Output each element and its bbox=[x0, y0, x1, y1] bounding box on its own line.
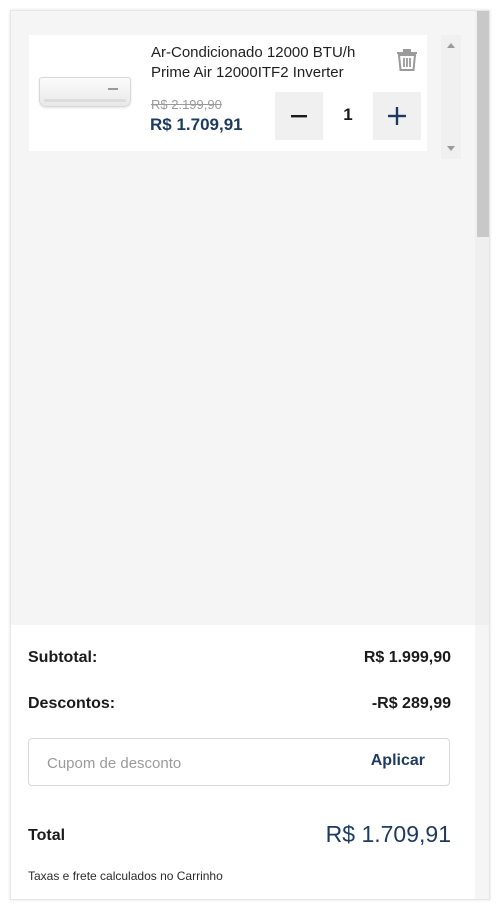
decrease-quantity-button[interactable] bbox=[275, 92, 323, 140]
drawer-scrollbar[interactable] bbox=[475, 11, 489, 625]
subtotal-row: Subtotal: R$ 1.999,90 bbox=[28, 649, 451, 673]
apply-coupon-button[interactable]: Aplicar bbox=[371, 752, 425, 770]
plus-icon bbox=[388, 107, 406, 125]
subtotal-label: Subtotal: bbox=[28, 649, 98, 666]
cart-item: Ar-Condicionado 12000 BTU/h Prime Air 12… bbox=[29, 35, 427, 151]
air-vent bbox=[44, 99, 126, 102]
discount-label: Descontos: bbox=[28, 695, 116, 712]
remove-item-button[interactable] bbox=[393, 45, 421, 73]
quantity-value: 1 bbox=[343, 105, 353, 124]
air-conditioner-unit bbox=[39, 77, 131, 107]
product-name[interactable]: Ar-Condicionado 12000 BTU/h Prime Air 12… bbox=[151, 43, 381, 83]
drawer-scrollbar-thumb[interactable] bbox=[477, 11, 489, 237]
increase-quantity-button[interactable] bbox=[373, 92, 421, 140]
brand-mark bbox=[108, 88, 118, 90]
current-price: R$ 1.709,91 bbox=[150, 115, 243, 134]
coupon-input[interactable] bbox=[47, 751, 327, 775]
cart-items-area: Ar-Condicionado 12000 BTU/h Prime Air 12… bbox=[11, 11, 475, 625]
total-label: Total bbox=[28, 827, 66, 844]
air-conditioner-image bbox=[37, 71, 135, 115]
coupon-field: Aplicar bbox=[28, 738, 450, 786]
shipping-note: Taxas e frete calculados no Carrinho bbox=[28, 869, 223, 883]
total-value: R$ 1.709,91 bbox=[325, 821, 451, 847]
subtotal-value: R$ 1.999,90 bbox=[363, 649, 451, 666]
minus-icon bbox=[291, 115, 307, 118]
order-summary: Subtotal: R$ 1.999,90 Descontos: -R$ 289… bbox=[11, 625, 475, 899]
cart-drawer: Ar-Condicionado 12000 BTU/h Prime Air 12… bbox=[10, 10, 490, 900]
item-list-scrollbar[interactable] bbox=[441, 35, 461, 159]
discount-value: -R$ 289,99 bbox=[371, 695, 451, 712]
trash-icon bbox=[397, 49, 417, 71]
total-row: Total R$ 1.709,91 bbox=[28, 819, 451, 853]
original-price: R$ 2.199,90 bbox=[151, 97, 222, 112]
scroll-up-arrow-icon[interactable] bbox=[447, 43, 455, 48]
scroll-down-arrow-icon[interactable] bbox=[447, 146, 455, 151]
discount-row: Descontos: -R$ 289,99 bbox=[28, 695, 451, 719]
